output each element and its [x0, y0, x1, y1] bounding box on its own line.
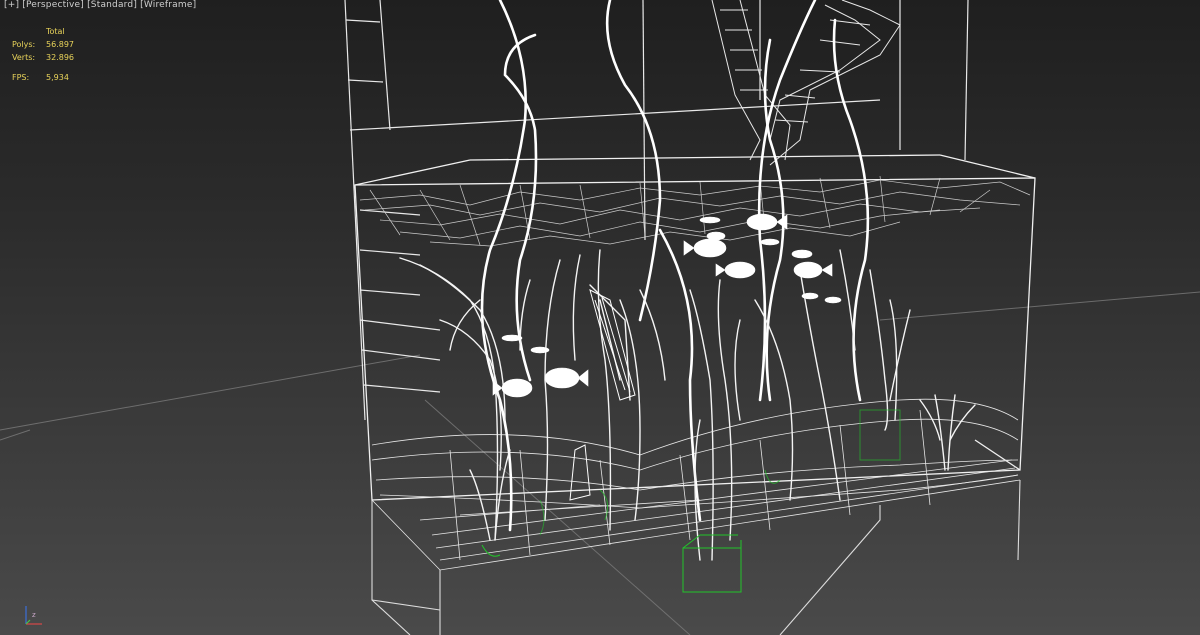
fish [530, 346, 550, 354]
fish [715, 261, 756, 279]
fish [793, 261, 833, 279]
stats-total-header: Total [46, 27, 65, 36]
cabinet-frame [344, 0, 969, 421]
fish [760, 238, 780, 246]
fish [683, 238, 727, 258]
stats-fps-value: 5,934 [46, 73, 69, 82]
fish [824, 296, 842, 304]
fish [791, 249, 813, 259]
viewport-perspective[interactable]: [+] [Perspective] [Standard] [Wireframe]… [0, 0, 1200, 635]
fish [699, 216, 721, 224]
viewport-menu-shading-mode[interactable]: [Wireframe] [140, 0, 196, 10]
fish [544, 367, 589, 389]
fish [501, 334, 523, 342]
wireframe-scene[interactable] [0, 0, 1200, 635]
viewport-menu-point-of-view[interactable]: [Perspective] [22, 0, 84, 10]
fish [801, 292, 819, 300]
stats-polys-value: 56.897 [46, 40, 74, 49]
axis-z-label: z [32, 611, 36, 619]
fish [746, 213, 788, 231]
axis-tripod-icon [25, 606, 42, 625]
water-surface-mesh [359, 175, 1031, 247]
viewport-menu-plus[interactable]: [+] [4, 0, 19, 10]
viewport-label-menu[interactable]: [+] [Perspective] [Standard] [Wireframe] [4, 0, 196, 10]
stats-verts-value: 32.896 [46, 53, 74, 62]
fish [706, 231, 726, 241]
stats-verts-label: Verts: [12, 53, 36, 62]
stats-polys-label: Polys: [12, 40, 36, 49]
stats-fps-label: FPS: [12, 73, 30, 82]
viewport-menu-shading-style[interactable]: [Standard] [87, 0, 137, 10]
filter-pipes [711, 0, 901, 166]
statistics-overlay: Total Polys: 56.897 Verts: 32.896 FPS: 5… [12, 25, 96, 84]
